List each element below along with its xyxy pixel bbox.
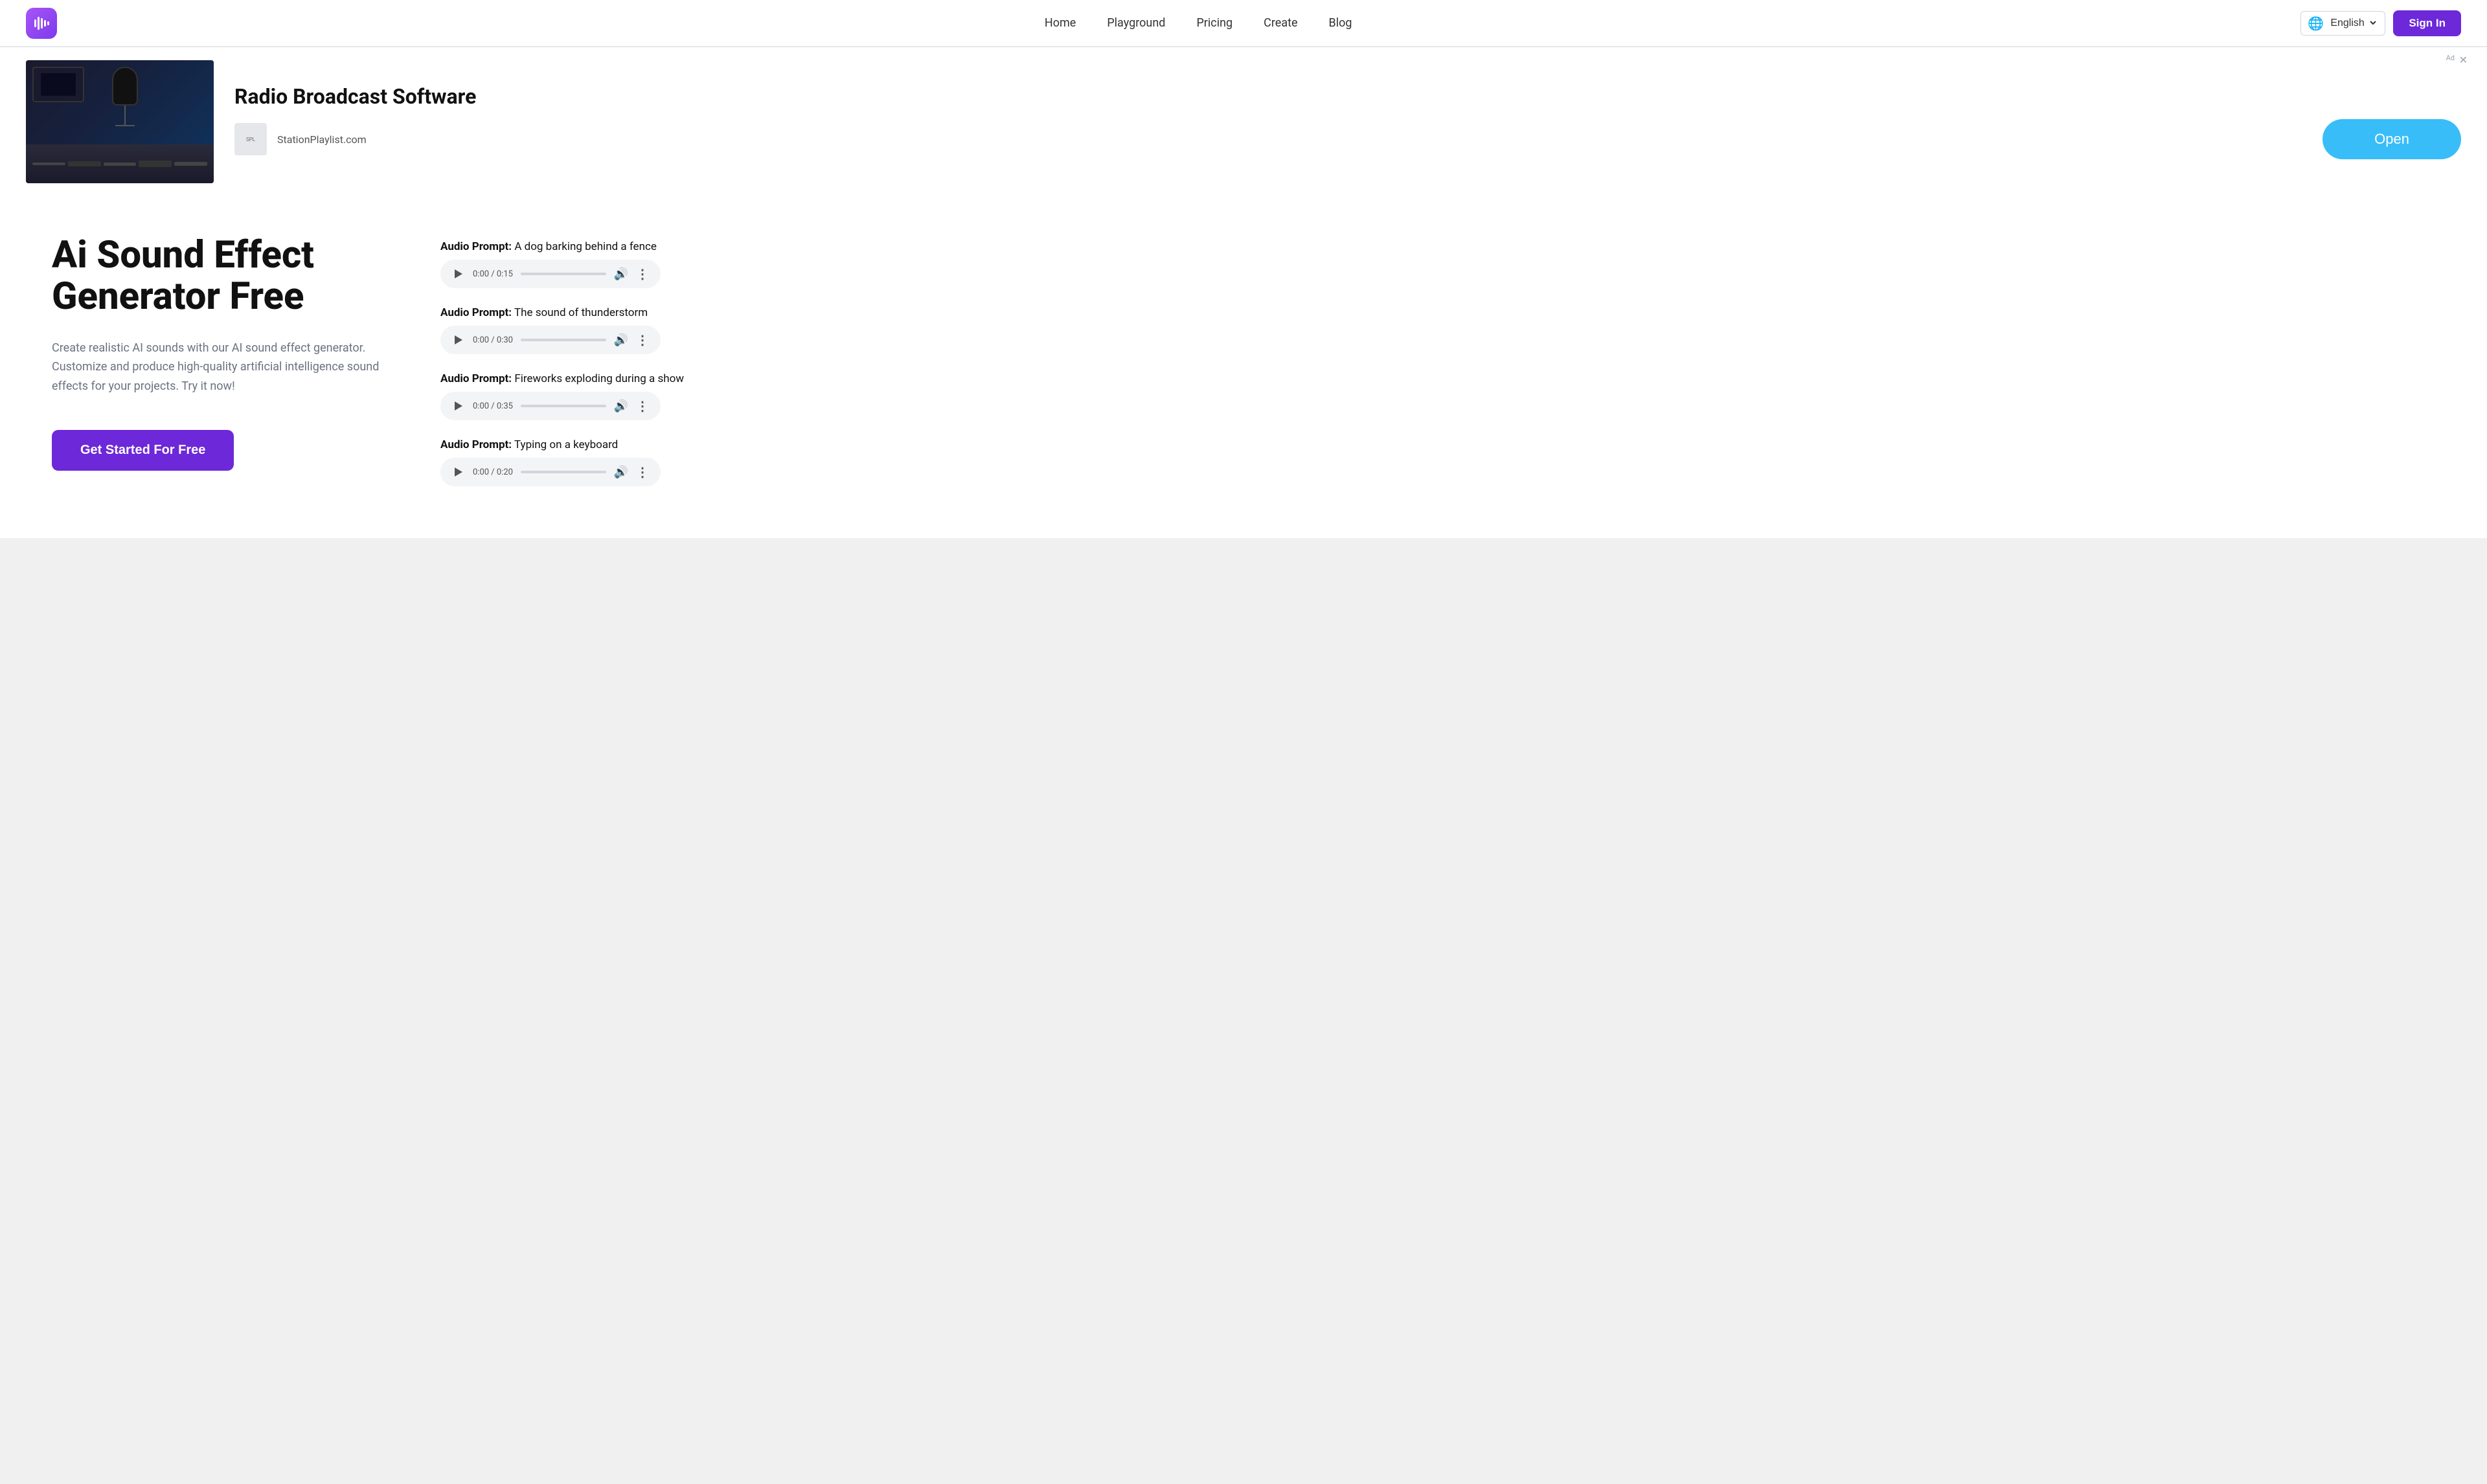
audio-label-0: Audio Prompt: A dog barking behind a fen… [440,240,2435,253]
audio-player-3: 0:00 / 0:20 🔊 ⋮ [440,458,661,486]
audio-label-3: Audio Prompt: Typing on a keyboard [440,438,2435,451]
ad-bottom: SPL StationPlaylist.com Open [234,119,2461,159]
play-button-0[interactable] [452,267,465,280]
progress-bar-3[interactable] [521,471,606,473]
audio-item-0: Audio Prompt: A dog barking behind a fen… [440,240,2435,288]
audio-player-0: 0:00 / 0:15 🔊 ⋮ [440,260,661,288]
progress-bar-1[interactable] [521,339,606,341]
ad-badge: Ad [2446,54,2455,62]
play-button-2[interactable] [452,399,465,412]
main-nav: Home Playground Pricing Create Blog [96,16,2300,30]
audio-item-3: Audio Prompt: Typing on a keyboard 0:00 … [440,438,2435,486]
audio-label-1: Audio Prompt: The sound of thunderstorm [440,306,2435,319]
nav-pricing[interactable]: Pricing [1196,16,1232,30]
sign-in-button[interactable]: Sign In [2393,10,2461,36]
ad-logo: SPL [234,123,267,155]
audio-player-2: 0:00 / 0:35 🔊 ⋮ [440,392,661,420]
time-display-0: 0:00 / 0:15 [473,269,513,279]
ad-image [26,60,214,183]
time-display-1: 0:00 / 0:30 [473,335,513,345]
volume-icon-2[interactable]: 🔊 [614,399,628,413]
hero-left: Ai Sound Effect Generator Free Create re… [52,235,389,471]
ad-open-button[interactable]: Open [2322,119,2461,159]
play-button-1[interactable] [452,333,465,346]
globe-icon: 🌐 [2308,16,2324,31]
nav-blog[interactable]: Blog [1329,16,1352,30]
volume-icon-3[interactable]: 🔊 [614,466,628,479]
ad-site-name: StationPlaylist.com [277,133,367,146]
progress-bar-0[interactable] [521,273,606,275]
audio-player-1: 0:00 / 0:30 🔊 ⋮ [440,326,661,354]
ad-close-button[interactable]: ✕ [2459,54,2468,66]
hero-right: Audio Prompt: A dog barking behind a fen… [440,235,2435,486]
nav-create[interactable]: Create [1264,16,1297,30]
hero-description: Create realistic AI sounds with our AI s… [52,339,389,396]
audio-item-1: Audio Prompt: The sound of thunderstorm … [440,306,2435,354]
logo-icon [26,8,57,39]
time-display-2: 0:00 / 0:35 [473,401,513,411]
ad-content: Radio Broadcast Software SPL StationPlay… [234,84,2461,159]
ad-banner: Ad ✕ [0,47,2487,196]
get-started-button[interactable]: Get Started For Free [52,430,234,471]
more-options-1[interactable]: ⋮ [636,332,649,348]
volume-icon-0[interactable]: 🔊 [614,267,628,281]
header: Home Playground Pricing Create Blog 🌐 En… [0,0,2487,47]
time-display-3: 0:00 / 0:20 [473,467,513,477]
language-selector[interactable]: 🌐 English Spanish French [2300,11,2385,36]
logo[interactable] [26,8,57,39]
ad-title: Radio Broadcast Software [234,84,2461,109]
progress-bar-2[interactable] [521,405,606,407]
play-button-3[interactable] [452,466,465,478]
header-right: 🌐 English Spanish French Sign In [2300,10,2461,36]
more-options-0[interactable]: ⋮ [636,266,649,282]
volume-icon-1[interactable]: 🔊 [614,333,628,347]
audio-item-2: Audio Prompt: Fireworks exploding during… [440,372,2435,420]
more-options-2[interactable]: ⋮ [636,398,649,414]
nav-playground[interactable]: Playground [1107,16,1165,30]
language-dropdown[interactable]: English Spanish French [2328,17,2378,29]
hero-title: Ai Sound Effect Generator Free [52,235,389,318]
more-options-3[interactable]: ⋮ [636,464,649,480]
audio-label-2: Audio Prompt: Fireworks exploding during… [440,372,2435,385]
main-content: Ai Sound Effect Generator Free Create re… [0,196,2487,538]
nav-home[interactable]: Home [1045,16,1076,30]
